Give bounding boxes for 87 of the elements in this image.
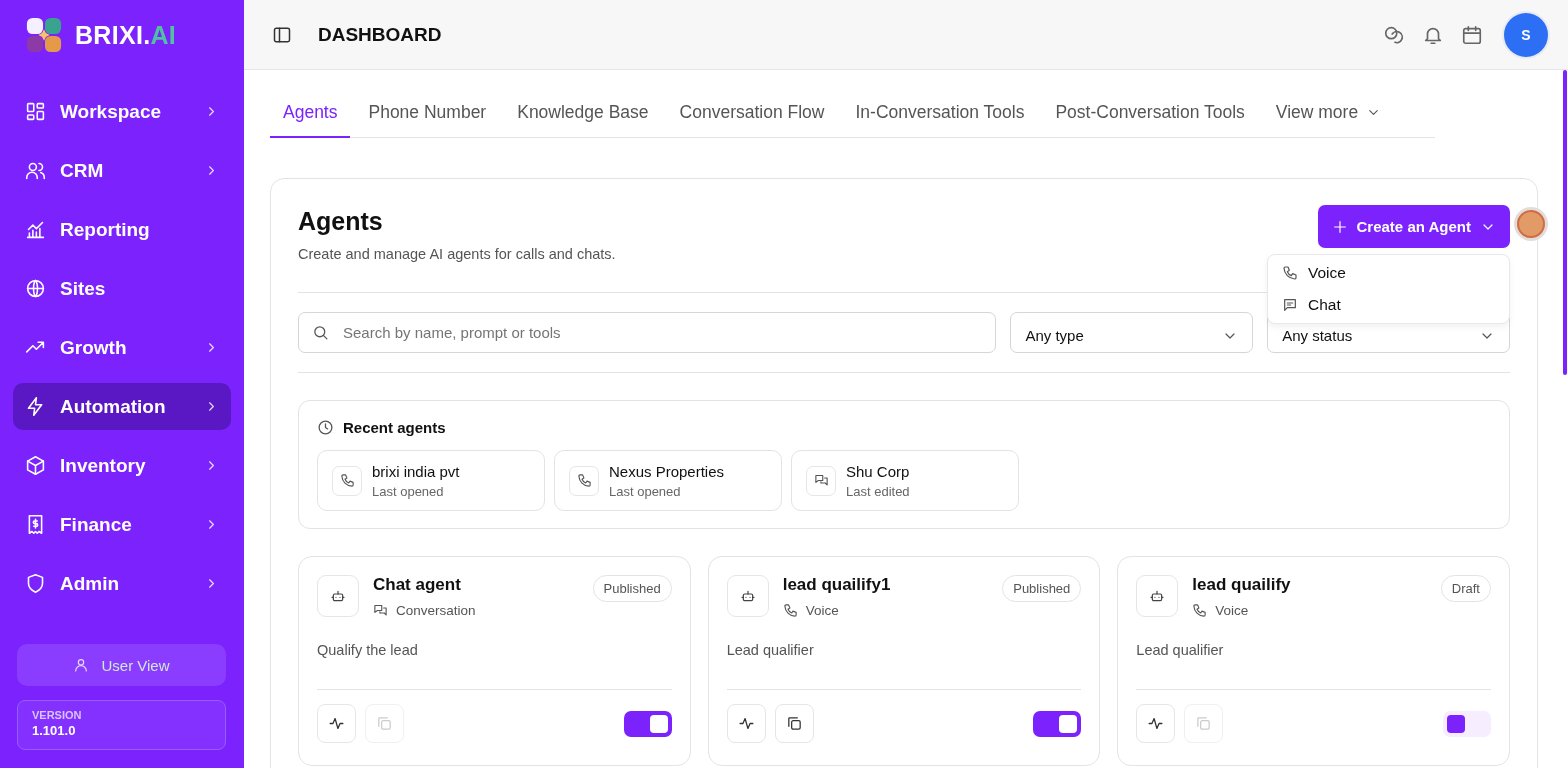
plus-icon [1331, 218, 1348, 235]
phone-icon [1282, 265, 1298, 281]
create-agent-button[interactable]: Create an Agent [1317, 205, 1510, 248]
agent-note: Last opened [372, 483, 445, 499]
tab[interactable]: Post-Conversation Tools [1042, 88, 1258, 138]
tab[interactable]: Knowledge Base [504, 88, 662, 138]
users-icon [25, 160, 46, 181]
agent-name: lead quailify [1192, 575, 1292, 595]
copy-icon [1195, 715, 1213, 732]
floating-dot[interactable] [1517, 210, 1545, 238]
avatar[interactable]: S [1504, 12, 1548, 57]
bar-chart-icon [25, 219, 46, 240]
nav-item[interactable]: Admin [13, 560, 231, 607]
agent-description: Lead qualifier [1136, 642, 1225, 658]
tab[interactable]: Conversation Flow [666, 88, 838, 138]
nav-item[interactable]: Inventory [13, 442, 231, 489]
version-label: VERSION [32, 709, 83, 721]
nav-item[interactable]: Sites [13, 265, 231, 312]
grid-icon [25, 101, 46, 122]
chat-bubbles-icon [373, 603, 388, 618]
phone-icon [782, 603, 798, 618]
view-more-tab[interactable]: View more [1262, 88, 1395, 138]
agent-name: Chat agent [373, 575, 462, 595]
recent-agent-card[interactable]: Nexus Properties Last opened [554, 450, 782, 511]
panel-title: Agents [298, 207, 384, 236]
agent-note: Last edited [846, 483, 910, 499]
phone-icon [576, 473, 592, 488]
nav-item[interactable]: Automation [13, 383, 231, 430]
phone-icon [339, 473, 355, 488]
brand-name: BRIXI.AI [75, 20, 177, 50]
logo-icon [25, 16, 63, 54]
chat-bubbles-icon [813, 473, 829, 488]
channel-label: Conversation [396, 603, 476, 618]
nav-item[interactable]: CRM [13, 147, 231, 194]
robot-icon [330, 588, 346, 604]
nav-item[interactable]: Workspace [13, 88, 231, 135]
menu-item[interactable]: Voice [1268, 257, 1509, 289]
user-view-button[interactable]: User View [17, 644, 226, 686]
select-field[interactable]: Any type [1010, 312, 1254, 353]
user-icon [73, 657, 90, 673]
toggle-switch[interactable] [623, 710, 672, 737]
activity-button[interactable] [726, 704, 766, 743]
robot-icon [739, 588, 756, 604]
nav-item[interactable]: Finance [13, 501, 231, 548]
nav-item[interactable]: Growth [13, 324, 231, 371]
nav-item[interactable]: Reporting [13, 206, 231, 253]
version-number: 1.101.0 [32, 723, 77, 738]
globe-icon [25, 278, 46, 299]
recent-agent-card[interactable]: brixi india pvt Last opened [317, 450, 545, 511]
panel-subtitle: Create and manage AI agents for calls and chats. [298, 246, 616, 262]
phone-icon [1192, 603, 1208, 618]
copy-icon [376, 715, 393, 732]
tab[interactable]: Agents [270, 88, 351, 138]
message-icon [1282, 297, 1298, 313]
robot-icon [1149, 588, 1166, 604]
agent-card[interactable]: lead quailify1 Voice Published Lead qualifier [707, 556, 1101, 766]
agent-name: brixi india pvt [372, 462, 460, 480]
channel-label: Voice [805, 603, 839, 618]
clock-icon [317, 419, 334, 436]
channel-label: Voice [1215, 603, 1249, 618]
tab[interactable]: Phone Number [355, 88, 500, 138]
shield-icon [25, 573, 46, 594]
agent-description: Qualify the lead [317, 642, 419, 658]
recent-agent-card[interactable]: Shu Corp Last edited [791, 450, 1019, 511]
calendar-icon [1461, 23, 1483, 46]
agent-card[interactable]: lead quailify Voice Draft Lead qualifier [1117, 556, 1510, 766]
copy-icon [785, 715, 803, 732]
agent-note: Last opened [609, 483, 682, 499]
search-field[interactable]: Search by name, prompt or tools [298, 312, 997, 353]
toggle-switch[interactable] [1033, 710, 1082, 737]
agent-name: lead quailify1 [782, 575, 892, 595]
page-title: DASHBOARD [318, 23, 443, 46]
box-icon [25, 455, 46, 476]
scrollbar[interactable] [1563, 70, 1567, 375]
pulse-icon [737, 715, 755, 732]
agent-card[interactable]: Chat agent Conversation Published Qualify the lead [298, 556, 691, 766]
pulse-icon [1147, 715, 1165, 732]
agent-name: Shu Corp [846, 462, 910, 480]
pulse-icon [328, 715, 345, 732]
section-title: Recent agents [343, 419, 446, 436]
agent-name: Nexus Properties [609, 462, 725, 480]
tab[interactable]: In-Conversation Tools [842, 88, 1038, 138]
toggle-switch[interactable] [1443, 710, 1491, 737]
copy-button[interactable] [774, 704, 814, 743]
activity-button[interactable] [1136, 704, 1176, 743]
agent-description: Lead qualifier [726, 642, 815, 658]
activity-button[interactable] [317, 704, 356, 743]
